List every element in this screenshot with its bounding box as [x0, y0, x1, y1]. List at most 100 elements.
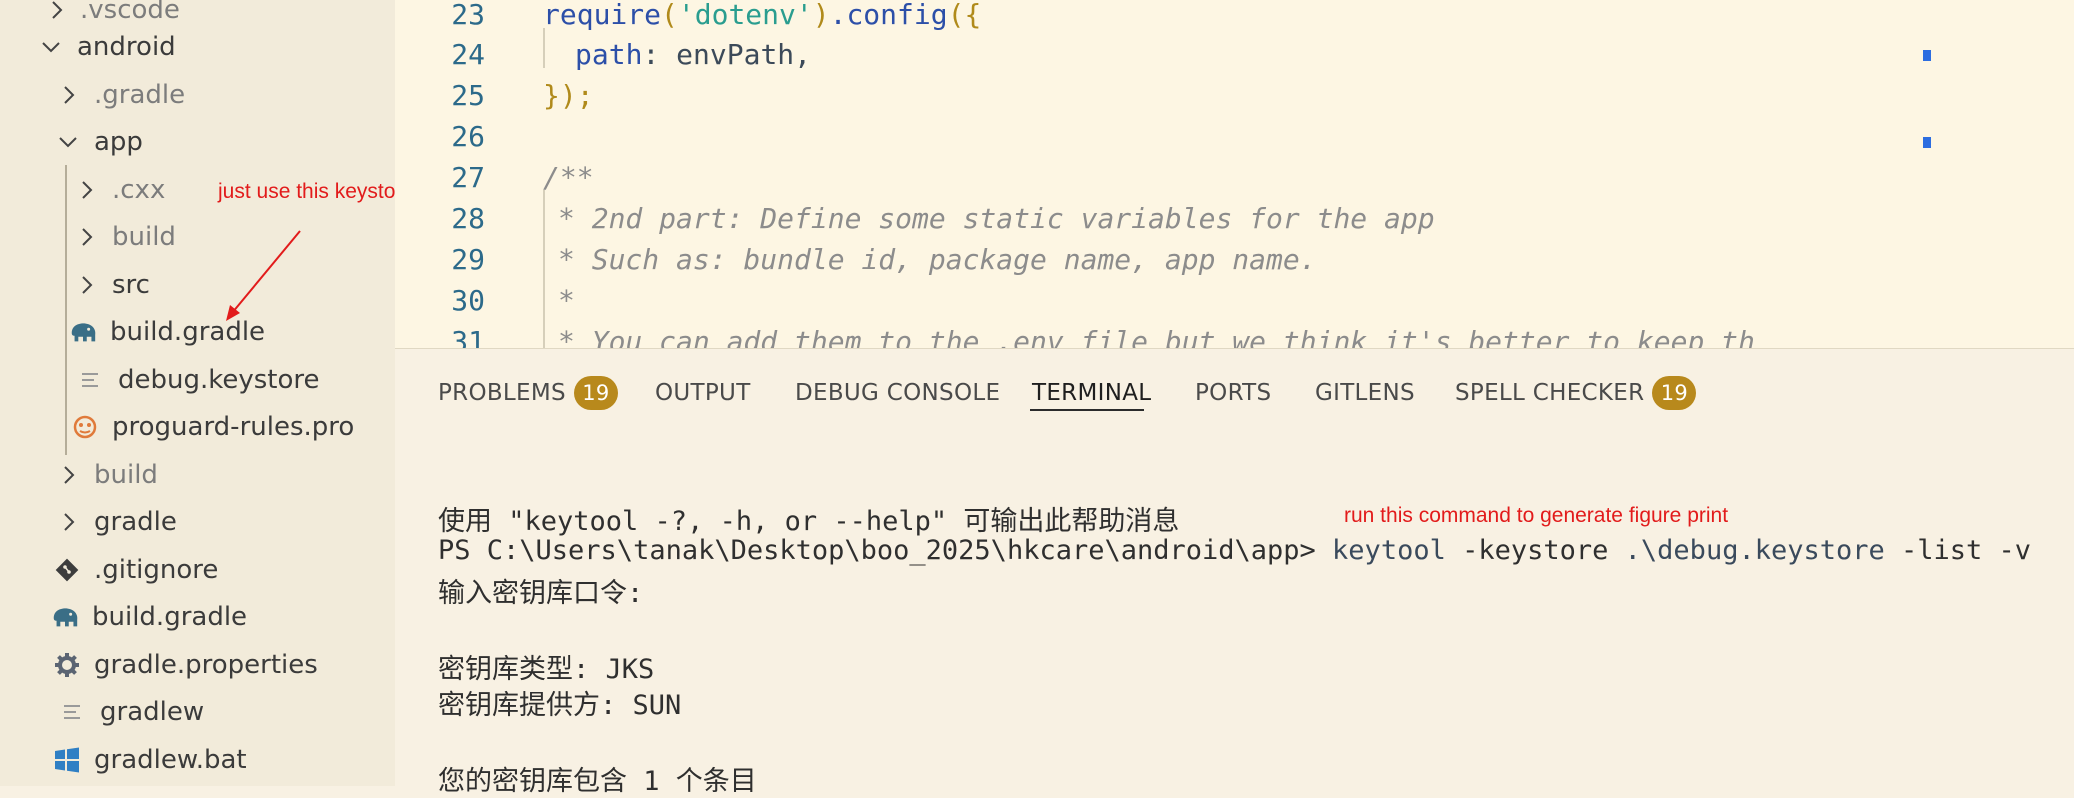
tab-ports[interactable]: PORTS	[1195, 373, 1271, 413]
tree-item-label: gradle.properties	[94, 649, 318, 680]
line-number: 28	[451, 202, 485, 235]
gradle-elephant-icon	[50, 602, 80, 632]
code-line-30: *	[558, 284, 575, 317]
file-lines-icon	[76, 365, 106, 395]
tree-item-gradlew-bat[interactable]: gradlew.bat	[0, 736, 395, 783]
tree-item-label: build	[94, 459, 158, 490]
terminal-line: 您的密钥库包含 1 个条目	[438, 766, 757, 797]
tree-item-gradle-folder[interactable]: .gradle	[0, 71, 395, 118]
line-number: 27	[451, 161, 485, 194]
tab-label: GITLENS	[1315, 380, 1415, 406]
chevron-right-icon	[58, 465, 80, 485]
tab-label: TERMINAL	[1032, 380, 1152, 406]
terminal-prompt: PS C:\Users\tanak\Desktop\boo_2025\hkcar…	[438, 535, 1333, 566]
scroll-marker	[1923, 50, 1931, 61]
chevron-right-icon	[76, 180, 98, 200]
chevron-down-icon	[40, 40, 62, 54]
line-number: 23	[451, 0, 485, 31]
tab-gitlens[interactable]: GITLENS	[1315, 373, 1415, 413]
tab-debug-console[interactable]: DEBUG CONSOLE	[795, 373, 1000, 413]
line-number: 25	[451, 79, 485, 112]
code-line-27: /**	[543, 161, 594, 194]
tab-problems[interactable]: PROBLEMS 19	[438, 373, 618, 413]
line-number: 26	[451, 120, 485, 153]
command-annotation: run this command to generate figure prin…	[1344, 504, 1729, 527]
tree-item-gradle[interactable]: gradle	[0, 498, 395, 545]
tree-item-label: .cxx	[112, 174, 166, 205]
tree-item-android[interactable]: android	[0, 23, 395, 70]
code-token: .config	[829, 0, 948, 31]
proguard-icon	[70, 412, 100, 442]
chevron-right-icon	[58, 85, 80, 105]
explorer-sidebar: .vscode android .gradle app .cxx build s…	[0, 0, 395, 786]
tab-terminal[interactable]: TERMINAL	[1032, 373, 1151, 413]
tree-item-label: android	[77, 31, 176, 62]
code-line-28: * 2nd part: Define some static variables…	[558, 202, 1435, 235]
tab-label: OUTPUT	[655, 380, 751, 406]
annotation-arrow	[226, 230, 301, 321]
line-number: 30	[451, 284, 485, 317]
tree-item-build-android[interactable]: build	[0, 451, 395, 498]
tree-item-android-build-gradle[interactable]: build.gradle	[0, 593, 395, 640]
code-token: path	[575, 38, 643, 71]
chevron-right-icon	[76, 275, 98, 295]
indent-guide	[543, 190, 545, 348]
gear-icon	[52, 650, 82, 680]
code-editor[interactable]: 23 24 25 26 27 28 29 30 31 require('dote…	[395, 0, 2074, 348]
terminal-command: keytool	[1332, 535, 1446, 566]
active-tab-indicator	[1030, 409, 1144, 411]
scroll-marker	[1923, 137, 1931, 148]
tree-item-label: build	[112, 221, 176, 252]
terminal-line: 使用 "keytool -?, -h, or --help" 可输出此帮助消息	[438, 506, 1180, 537]
code-line-25: });	[543, 79, 594, 112]
line-number: 31	[451, 325, 485, 348]
chevron-right-icon	[58, 512, 80, 532]
tab-label: SPELL CHECKER	[1455, 380, 1645, 406]
gradle-elephant-icon	[68, 317, 98, 347]
code-line-23: require('dotenv').config({	[543, 0, 982, 31]
tab-output[interactable]: OUTPUT	[655, 373, 751, 413]
tree-item-app[interactable]: app	[0, 118, 395, 165]
file-lines-icon	[58, 697, 88, 727]
tab-label: DEBUG CONSOLE	[795, 380, 1001, 406]
indent-guide	[543, 28, 545, 68]
terminal-flag: -keystore	[1445, 535, 1609, 566]
tab-label: PORTS	[1195, 380, 1272, 406]
code-line-31: * You can add them to the .env file but …	[558, 325, 1755, 348]
tree-item-src[interactable]: src	[0, 261, 395, 308]
code-token: : envPath,	[642, 38, 812, 71]
terminal-line: 输入密钥库口令:	[438, 578, 644, 609]
tree-item-label: src	[112, 269, 150, 300]
terminal-path: .\debug.keystore	[1608, 535, 1885, 566]
tree-item-debug-keystore[interactable]: debug.keystore	[0, 356, 395, 403]
terminal-line: 密钥库提供方: SUN	[438, 690, 682, 721]
chevron-right-icon	[46, 0, 68, 20]
tree-item-gradlew[interactable]: gradlew	[0, 688, 395, 735]
code-line-29: * Such as: bundle id, package name, app …	[558, 243, 1317, 276]
tree-item-label: .gradle	[94, 79, 186, 110]
terminal-line: 密钥库类型: JKS	[438, 654, 655, 685]
tree-item-gradle-properties[interactable]: gradle.properties	[0, 641, 395, 688]
line-number: 24	[451, 38, 485, 71]
terminal-flag: -list -v	[1884, 535, 2032, 566]
windows-icon	[52, 745, 82, 775]
code-line-24: path: envPath,	[575, 38, 811, 71]
tree-item-gitignore[interactable]: .gitignore	[0, 546, 395, 593]
tree-item-label: .vscode	[80, 0, 180, 25]
tab-spell-checker[interactable]: SPELL CHECKER 19	[1455, 373, 1697, 413]
tree-item-label: proguard-rules.pro	[112, 411, 355, 442]
spell-checker-count-badge: 19	[1652, 376, 1697, 410]
tree-item-label: build.gradle	[92, 601, 248, 632]
tree-item-build-app[interactable]: build	[0, 213, 395, 260]
tree-item-label: debug.keystore	[118, 364, 320, 395]
tree-item-label: gradlew.bat	[94, 744, 247, 775]
code-token: require	[543, 0, 662, 31]
code-token: 'dotenv'	[677, 0, 813, 31]
tree-item-app-build-gradle[interactable]: build.gradle	[0, 308, 395, 355]
tree-item-label: gradle	[94, 506, 177, 537]
bottom-panel: PROBLEMS 19 OUTPUT DEBUG CONSOLE TERMINA…	[395, 348, 2074, 797]
terminal-command-line: PS C:\Users\tanak\Desktop\boo_2025\hkcar…	[438, 535, 2031, 566]
line-number: 29	[451, 243, 485, 276]
chevron-right-icon	[76, 227, 98, 247]
tree-item-proguard-rules[interactable]: proguard-rules.pro	[0, 403, 395, 450]
